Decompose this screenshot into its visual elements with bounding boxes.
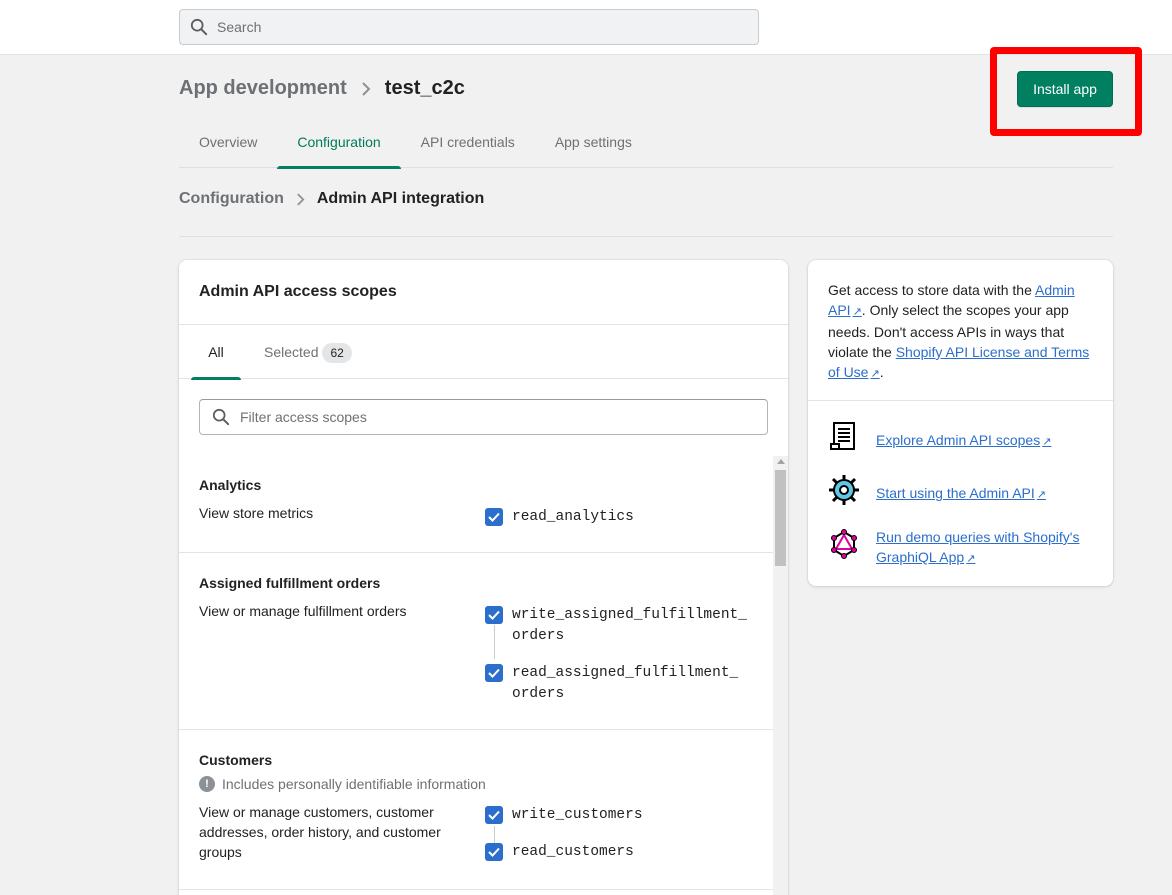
scope-read-customers[interactable]: read_customers bbox=[485, 842, 752, 863]
section-description: View or manage fulfillment orders bbox=[199, 603, 407, 619]
divider bbox=[808, 400, 1113, 401]
info-text-1: Get access to store data with the bbox=[828, 282, 1035, 298]
external-link-icon: ↗ bbox=[966, 553, 976, 565]
checkbox-checked[interactable] bbox=[485, 806, 503, 824]
page-title: App development test_c2c bbox=[179, 77, 465, 100]
app-tabs: Overview Configuration API credentials A… bbox=[179, 120, 1113, 169]
graphql-icon bbox=[831, 529, 857, 559]
section-title: Assigned fulfillment orders bbox=[199, 575, 381, 591]
scope-name: write_assigned_fulfillment_ orders bbox=[512, 607, 747, 644]
checkbox-checked[interactable] bbox=[485, 664, 503, 682]
resource-explore-scopes[interactable]: Explore Admin API scopes ↗ bbox=[828, 420, 1096, 452]
resource-label[interactable]: Start using the Admin API ↗ bbox=[876, 483, 1096, 505]
search-placeholder: Search bbox=[217, 19, 262, 35]
section-title: Customers bbox=[199, 752, 273, 768]
chevron-right-icon bbox=[297, 192, 305, 206]
search-icon bbox=[212, 408, 230, 426]
app-name: test_c2c bbox=[384, 77, 465, 99]
scope-section-customers: Customers ! Includes personally identifi… bbox=[179, 730, 773, 890]
scope-write-assigned-fulfillment-orders[interactable]: write_assigned_fulfillment_ orders bbox=[485, 605, 752, 647]
scope-section-analytics: Analytics View store metrics read_analyt… bbox=[179, 456, 773, 553]
resource-explore-label: Explore Admin API scopes bbox=[876, 432, 1041, 448]
external-link-icon: ↗ bbox=[870, 368, 880, 380]
resource-graphiql-label: Run demo queries with Shopify's GraphiQL… bbox=[876, 529, 1080, 565]
checkbox-checked[interactable] bbox=[485, 843, 503, 861]
section-title: Analytics bbox=[199, 477, 262, 493]
pii-notice-text: Includes personally identifiable informa… bbox=[222, 776, 486, 792]
divider bbox=[179, 236, 1113, 237]
pii-notice: ! Includes personally identifiable infor… bbox=[199, 776, 486, 792]
filter-placeholder: Filter access scopes bbox=[240, 409, 367, 425]
resource-start-label: Start using the Admin API bbox=[876, 485, 1035, 501]
scrollbar[interactable] bbox=[773, 456, 788, 895]
resource-label[interactable]: Run demo queries with Shopify's GraphiQL… bbox=[876, 527, 1096, 569]
tab-app-settings[interactable]: App settings bbox=[535, 120, 652, 168]
document-scroll-icon bbox=[830, 422, 855, 450]
scope-read-assigned-fulfillment-orders[interactable]: read_assigned_fulfillment_ orders bbox=[485, 663, 752, 705]
section-title: Admin API integration bbox=[316, 190, 485, 207]
resource-label[interactable]: Explore Admin API scopes ↗ bbox=[876, 430, 1096, 452]
scope-name: read_customers bbox=[512, 844, 634, 860]
scope-write-customers[interactable]: write_customers bbox=[485, 805, 752, 826]
scope-name: read_analytics bbox=[512, 509, 634, 525]
scroll-up-arrow[interactable] bbox=[777, 459, 785, 464]
tab-configuration[interactable]: Configuration bbox=[277, 120, 401, 169]
access-scopes-card: Admin API access scopes All Selected 62 F… bbox=[179, 260, 788, 895]
external-link-icon: ↗ bbox=[1042, 436, 1052, 448]
tab-overview[interactable]: Overview bbox=[179, 120, 277, 168]
scope-name: read_assigned_fulfillment_ orders bbox=[512, 665, 739, 702]
tab-all[interactable]: All bbox=[191, 325, 241, 380]
scope-section-assigned-fulfillment-orders: Assigned fulfillment orders View or mana… bbox=[179, 553, 773, 730]
external-link-icon: ↗ bbox=[852, 306, 862, 318]
api-info-text: Get access to store data with the Admin … bbox=[828, 280, 1096, 384]
section-description: View store metrics bbox=[199, 505, 314, 521]
api-info-card: Get access to store data with the Admin … bbox=[808, 260, 1113, 586]
scope-name: write_customers bbox=[512, 807, 643, 823]
tab-api-credentials[interactable]: API credentials bbox=[401, 120, 535, 168]
resource-graphiql-demo[interactable]: Run demo queries with Shopify's GraphiQL… bbox=[828, 528, 1096, 569]
info-icon: ! bbox=[199, 776, 215, 792]
install-app-button[interactable]: Install app bbox=[1017, 71, 1113, 107]
scope-tabs: All Selected 62 bbox=[179, 324, 788, 380]
chevron-right-icon bbox=[362, 81, 371, 96]
tab-selected[interactable]: Selected 62 bbox=[264, 325, 352, 379]
search-icon bbox=[190, 18, 208, 36]
search-input[interactable]: Search bbox=[179, 9, 759, 45]
gear-icon bbox=[829, 475, 859, 505]
resource-start-admin-api[interactable]: Start using the Admin API ↗ bbox=[828, 474, 1096, 506]
scope-read-analytics[interactable]: read_analytics bbox=[485, 507, 752, 528]
scrollbar-thumb[interactable] bbox=[775, 470, 786, 566]
breadcrumb-app-development[interactable]: App development bbox=[179, 77, 347, 100]
tab-selected-label: Selected bbox=[264, 344, 319, 360]
filter-scopes-input[interactable]: Filter access scopes bbox=[199, 399, 768, 435]
section-breadcrumb: Configuration Admin API integration bbox=[179, 190, 484, 208]
section-description: View or manage customers, customer addre… bbox=[199, 804, 441, 860]
checkbox-checked[interactable] bbox=[485, 508, 503, 526]
selected-count-badge: 62 bbox=[322, 343, 352, 363]
card-title: Admin API access scopes bbox=[199, 283, 397, 300]
info-text-3: . bbox=[879, 364, 884, 380]
breadcrumb-configuration[interactable]: Configuration bbox=[179, 190, 284, 208]
checkbox-checked[interactable] bbox=[485, 606, 503, 624]
external-link-icon: ↗ bbox=[1036, 489, 1046, 501]
